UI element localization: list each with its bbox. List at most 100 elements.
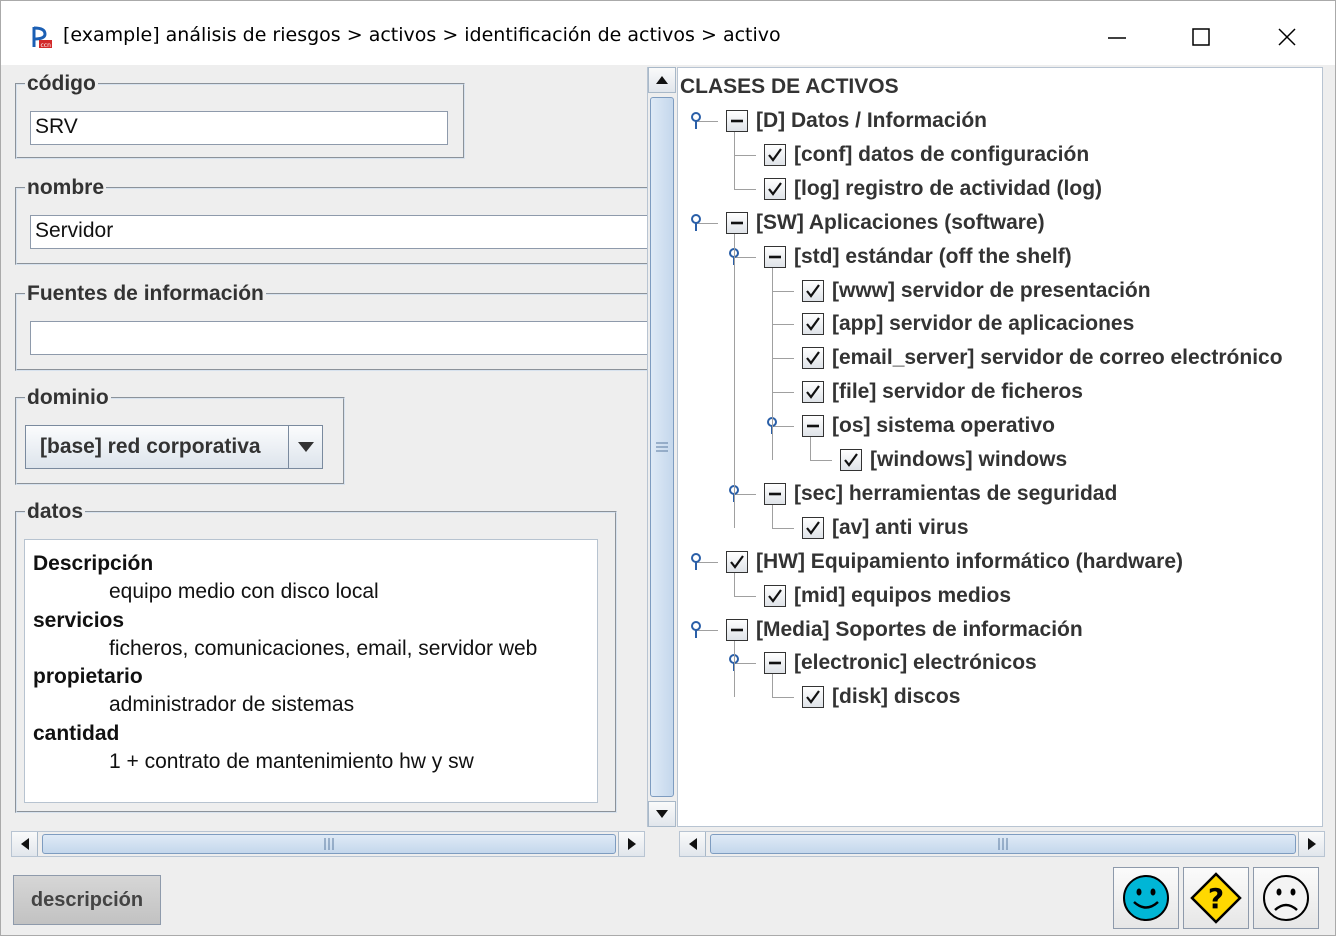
cancel-button[interactable]	[1253, 867, 1319, 929]
grip-icon	[998, 838, 1008, 850]
chevron-down-icon	[297, 442, 314, 452]
grip-icon	[324, 838, 334, 850]
checkbox-partial-icon[interactable]	[764, 652, 786, 675]
horizontal-scroll-thumb[interactable]	[710, 834, 1296, 854]
grip-icon	[656, 442, 668, 452]
arrow-right-icon	[627, 838, 636, 850]
fuentes-label: Fuentes de información	[25, 281, 266, 307]
tree-guide	[772, 504, 773, 528]
dominio-dropdown[interactable]: [base] red corporativa	[25, 425, 323, 469]
sad-face-icon	[1263, 875, 1309, 921]
tree-node-label: [mid] equipos medios	[794, 583, 1012, 607]
tree-node[interactable]: [email_server] servidor de correo electr…	[802, 343, 1283, 373]
tree-horizontal-scrollbar[interactable]	[679, 831, 1325, 857]
scroll-left-button[interactable]	[680, 832, 706, 856]
datos-value: administrador de sistemas	[109, 693, 355, 717]
tree-connector	[772, 324, 794, 326]
checkbox-checked-icon[interactable]	[802, 381, 824, 404]
window: ccn [example] análisis de riesgos > acti…	[0, 0, 1336, 936]
tree-node[interactable]: [HW] Equipamiento informático (hardware)	[726, 547, 1183, 577]
checkbox-checked-icon[interactable]	[726, 550, 748, 573]
checkbox-partial-icon[interactable]	[726, 110, 748, 132]
tree-node[interactable]: [conf] datos de configuración	[764, 140, 1089, 170]
expand-key-icon[interactable]	[688, 620, 704, 639]
checkbox-checked-icon[interactable]	[802, 279, 824, 302]
checkbox-partial-icon[interactable]	[726, 618, 748, 641]
tree-node[interactable]: [std] estándar (off the shelf)	[764, 242, 1072, 272]
smiley-ok-icon	[1123, 875, 1169, 921]
asset-class-tree[interactable]: CLASES DE ACTIVOS [D] Datos / Informació…	[677, 67, 1323, 827]
tree-node[interactable]: [SW] Aplicaciones (software)	[726, 208, 1045, 238]
help-button[interactable]: ?	[1183, 867, 1249, 929]
checkbox-partial-icon[interactable]	[764, 245, 786, 268]
expand-key-icon[interactable]	[688, 213, 704, 232]
tree-node-label: [conf] datos de configuración	[794, 142, 1090, 166]
question-diamond-icon: ?	[1190, 872, 1242, 924]
dominio-selected: [base] red corporativa	[40, 435, 261, 458]
tree-node[interactable]: [D] Datos / Información	[726, 106, 987, 136]
tree-root-label: CLASES DE ACTIVOS	[680, 75, 899, 98]
fuentes-field[interactable]	[30, 321, 647, 355]
tree-node[interactable]: [app] servidor de aplicaciones	[802, 309, 1134, 339]
tree-connector	[772, 358, 794, 360]
datos-text-area[interactable]: Descripción equipo medio con disco local s…	[24, 539, 598, 803]
tree-connector	[772, 697, 794, 699]
scroll-right-button[interactable]	[1298, 832, 1324, 856]
checkbox-checked-icon[interactable]	[802, 686, 824, 709]
checkbox-checked-icon[interactable]	[840, 449, 862, 471]
tree-node[interactable]: [Media] Soportes de información	[726, 615, 1083, 645]
tree-connector	[772, 290, 794, 292]
tree-node[interactable]: [electronic] electrónicos	[764, 648, 1037, 678]
checkbox-checked-icon[interactable]	[802, 313, 824, 336]
scroll-up-button[interactable]	[648, 67, 676, 93]
descripcion-button[interactable]: descripción	[13, 875, 161, 925]
tree-node[interactable]: [os] sistema operativo	[802, 411, 1055, 441]
checkbox-checked-icon[interactable]	[802, 516, 824, 539]
expand-key-icon[interactable]	[688, 552, 704, 571]
checkbox-partial-icon[interactable]	[726, 211, 748, 234]
datos-heading: Descripción	[33, 552, 154, 575]
tree-connector	[772, 527, 794, 529]
codigo-field[interactable]: SRV	[30, 111, 448, 145]
horizontal-scroll-thumb[interactable]	[42, 834, 616, 854]
ok-button[interactable]	[1113, 867, 1179, 929]
arrow-left-icon	[688, 838, 697, 850]
checkbox-checked-icon[interactable]	[764, 177, 786, 200]
datos-label: datos	[25, 499, 86, 525]
checkbox-checked-icon[interactable]	[802, 347, 824, 370]
close-button[interactable]	[1259, 15, 1315, 59]
tree-node[interactable]: [av] anti virus	[802, 513, 969, 543]
datos-value: 1 + contrato de mantenimiento hw y sw	[109, 750, 474, 774]
tree-connector	[734, 188, 756, 190]
checkbox-partial-icon[interactable]	[802, 415, 824, 438]
left-vertical-scrollbar[interactable]	[647, 67, 676, 827]
scroll-down-button[interactable]	[648, 801, 676, 827]
minimize-icon	[1108, 37, 1126, 39]
tree-node[interactable]: [sec] herramientas de seguridad	[764, 479, 1117, 509]
expand-key-icon[interactable]	[688, 112, 704, 130]
tree-node[interactable]: [www] servidor de presentación	[802, 276, 1151, 306]
tree-node[interactable]: [disk] discos	[802, 682, 960, 712]
minimize-button[interactable]	[1089, 15, 1145, 59]
tree-node[interactable]: [windows] windows	[840, 445, 1067, 475]
tree-guide	[772, 267, 773, 460]
tree-node[interactable]: [mid] equipos medios	[764, 581, 1011, 611]
checkbox-partial-icon[interactable]	[764, 482, 786, 505]
tree-node[interactable]: [log] registro de actividad (log)	[764, 174, 1102, 204]
scroll-left-button[interactable]	[12, 832, 38, 856]
tree-guide	[810, 437, 811, 460]
checkbox-checked-icon[interactable]	[764, 143, 786, 166]
nombre-field[interactable]: Servidor	[30, 215, 647, 249]
tree-node[interactable]: [file] servidor de ficheros	[802, 377, 1083, 407]
tree-node-label: [windows] windows	[870, 448, 1068, 471]
tree-node-label: [file] servidor de ficheros	[832, 380, 1083, 404]
left-horizontal-scrollbar[interactable]	[11, 831, 645, 857]
scroll-thumb[interactable]	[650, 97, 674, 797]
datos-heading: propietario	[33, 665, 143, 689]
maximize-button[interactable]	[1173, 15, 1229, 59]
checkbox-checked-icon[interactable]	[764, 584, 786, 607]
scroll-right-button[interactable]	[618, 832, 644, 856]
datos-value: ficheros, comunicaciones, email, servido…	[109, 636, 538, 660]
asset-form-panel: código SRV nombre Servidor Fuentes de in…	[9, 67, 647, 827]
dropdown-arrow[interactable]	[288, 426, 322, 468]
